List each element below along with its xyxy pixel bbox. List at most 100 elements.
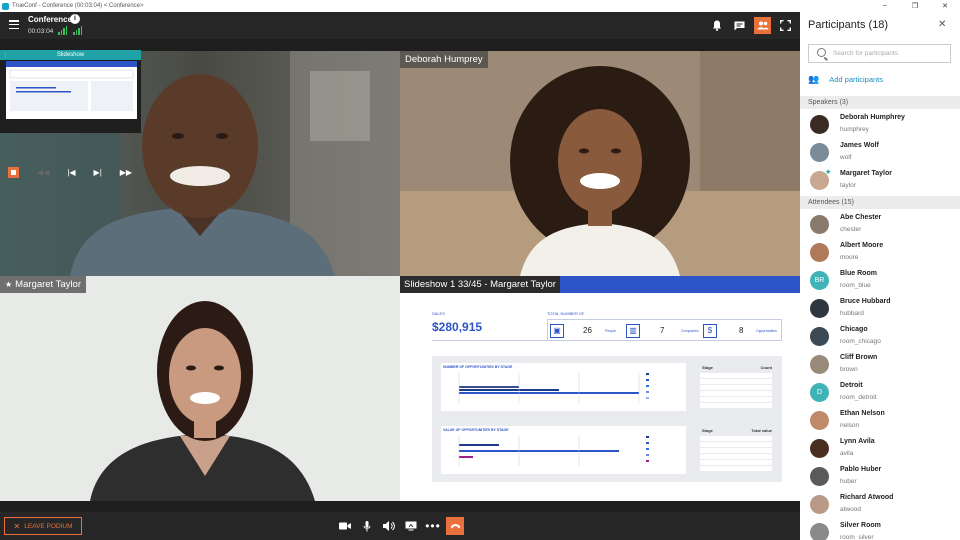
conference-topbar: Conference i 00:03:04 (0, 12, 800, 39)
participant-name: Deborah Humphrey (840, 114, 905, 121)
bell-icon[interactable] (708, 17, 725, 34)
participant-item[interactable]: Richard Atwood atwood (800, 491, 960, 519)
star-icon: ★ (825, 169, 832, 176)
participant-name: Chicago (840, 326, 868, 333)
window-titlebar: TrueConf - Conference (00:03:04) < Confe… (0, 0, 960, 12)
participant-item[interactable]: Pablo Huber huber (800, 463, 960, 491)
previous-slide-icon[interactable]: |◀ (67, 168, 75, 177)
microphone-icon[interactable] (359, 518, 375, 534)
video-tile-deborah[interactable]: Deborah Humprey (400, 51, 800, 276)
sales-label: SALES (432, 311, 445, 316)
participant-item[interactable]: ★ Margaret Taylor taylor (800, 167, 960, 195)
app-logo-icon (2, 2, 9, 10)
leave-podium-button[interactable]: ✕ LEAVE PODIUM (4, 517, 82, 535)
participant-name: Bruce Hubbard (840, 298, 891, 305)
add-participants-label: Add participants (829, 75, 884, 84)
participants-icon[interactable] (754, 17, 771, 34)
participant-item[interactable]: Ethan Nelson nelson (800, 407, 960, 435)
more-options-icon[interactable]: ••• (425, 518, 441, 534)
avatar (810, 115, 829, 134)
video-tile-margaret[interactable]: ★ Margaret Taylor (0, 276, 400, 501)
mini-slideshow-header: ⋮ Slideshow (0, 50, 141, 60)
screen-share-icon[interactable] (403, 518, 419, 534)
leave-podium-icon: ✕ (13, 521, 21, 531)
value-table: Stage Total value (694, 426, 776, 474)
participant-video-feed (0, 276, 400, 501)
attendees-section-header[interactable]: Attendees (15) (800, 196, 960, 209)
participant-item[interactable]: James Wolf wolf (800, 139, 960, 167)
avatar (810, 495, 829, 514)
last-slide-icon[interactable]: ▶▶ (120, 168, 132, 177)
conference-title: Conference (28, 15, 73, 24)
mini-slideshow-controls: ◀◀ |◀ ▶| ▶▶ (0, 163, 141, 181)
network-signal-icon (58, 26, 67, 35)
participant-name-tag: ★ Margaret Taylor (0, 276, 86, 293)
participant-name: Margaret Taylor (840, 170, 892, 177)
mini-slideshow-panel[interactable]: ⋮ Slideshow ◀◀ |◀ ▶| ▶▶ (0, 50, 141, 178)
slide-thumbnail[interactable] (6, 61, 137, 119)
add-participants-button[interactable]: 👥 Add participants (808, 74, 883, 85)
star-icon: ★ (5, 280, 13, 289)
slideshow-progress-bar (557, 276, 800, 293)
add-user-icon: 👥 (808, 74, 820, 84)
participant-name: James Wolf (840, 142, 879, 149)
participant-item[interactable]: Deborah Humphrey humphrey (800, 111, 960, 139)
close-window-button[interactable]: ✕ (930, 2, 960, 10)
chat-icon[interactable] (731, 17, 748, 34)
opportunities-count-chart: NUMBER OF OPPORTUNITIES BY STAGE (441, 363, 686, 411)
sales-value: $280,915 (432, 320, 483, 334)
participant-login: humphrey (840, 126, 869, 133)
participant-item[interactable]: Abe Chester chester (800, 211, 960, 239)
participants-search-input[interactable]: Search for participants (808, 44, 951, 63)
fullscreen-icon[interactable] (777, 17, 794, 34)
participant-name: Ethan Nelson (840, 410, 885, 417)
speakers-section-header[interactable]: Speakers (3) (800, 96, 960, 109)
participant-name: Pablo Huber (840, 466, 882, 473)
info-icon[interactable]: i (70, 14, 80, 24)
participant-login: moore (840, 254, 859, 261)
avatar (810, 411, 829, 430)
avatar: BR (810, 271, 829, 290)
people-icon: ▣ (550, 324, 564, 338)
participant-name: Richard Atwood (840, 494, 894, 501)
avatar (810, 523, 829, 540)
participant-item[interactable]: Albert Moore moore (800, 239, 960, 267)
search-placeholder: Search for participants (833, 50, 899, 57)
participant-item[interactable]: Silver Room room_silver (800, 519, 960, 540)
opportunities-value-chart: VALUE OF OPPORTUNITIES BY STAGE (441, 426, 686, 474)
stop-slideshow-button[interactable] (8, 166, 19, 178)
camera-icon[interactable] (337, 518, 353, 534)
close-panel-icon[interactable]: ✕ (938, 19, 946, 30)
participant-name: Lynn Avila (840, 438, 875, 445)
mini-slideshow-title: Slideshow (56, 52, 85, 58)
avatar (810, 327, 829, 346)
participant-item[interactable]: BR Blue Room room_blue (800, 267, 960, 295)
people-label: People (605, 329, 616, 333)
leave-podium-label: LEAVE PODIUM (24, 522, 73, 530)
participant-login: atwood (840, 506, 861, 513)
menu-icon[interactable] (9, 20, 19, 29)
minimize-button[interactable]: – (870, 2, 900, 10)
first-slide-icon[interactable]: ◀◀ (37, 168, 49, 177)
next-slide-icon[interactable]: ▶| (94, 168, 102, 177)
drag-handle-icon[interactable]: ⋮ (3, 50, 8, 60)
participant-item[interactable]: Cliff Brown brown (800, 351, 960, 379)
total-label: TOTAL NUMBER OF (547, 311, 585, 316)
participants-panel: Participants (18) ✕ Search for participa… (800, 12, 960, 540)
participant-item[interactable]: Bruce Hubbard hubbard (800, 295, 960, 323)
participant-login: huber (840, 478, 857, 485)
participant-login: brown (840, 366, 858, 373)
maximize-button[interactable]: ❐ (900, 2, 930, 10)
count-table: Stage Count (694, 363, 776, 411)
avatar (810, 299, 829, 318)
slideshow-view[interactable]: Slideshow 1 33/45 - Margaret Taylor SALE… (400, 276, 800, 501)
avatar (810, 215, 829, 234)
participant-name-tag: Deborah Humprey (400, 51, 488, 68)
hang-up-button[interactable] (446, 517, 464, 535)
participant-login: taylor (840, 182, 856, 189)
participant-item[interactable]: D Detroit room_detroit (800, 379, 960, 407)
participant-item[interactable]: Lynn Avila avila (800, 435, 960, 463)
participant-item[interactable]: Chicago room_chicago (800, 323, 960, 351)
speaker-volume-icon[interactable] (381, 518, 397, 534)
opportunities-count: 8 (739, 326, 744, 335)
